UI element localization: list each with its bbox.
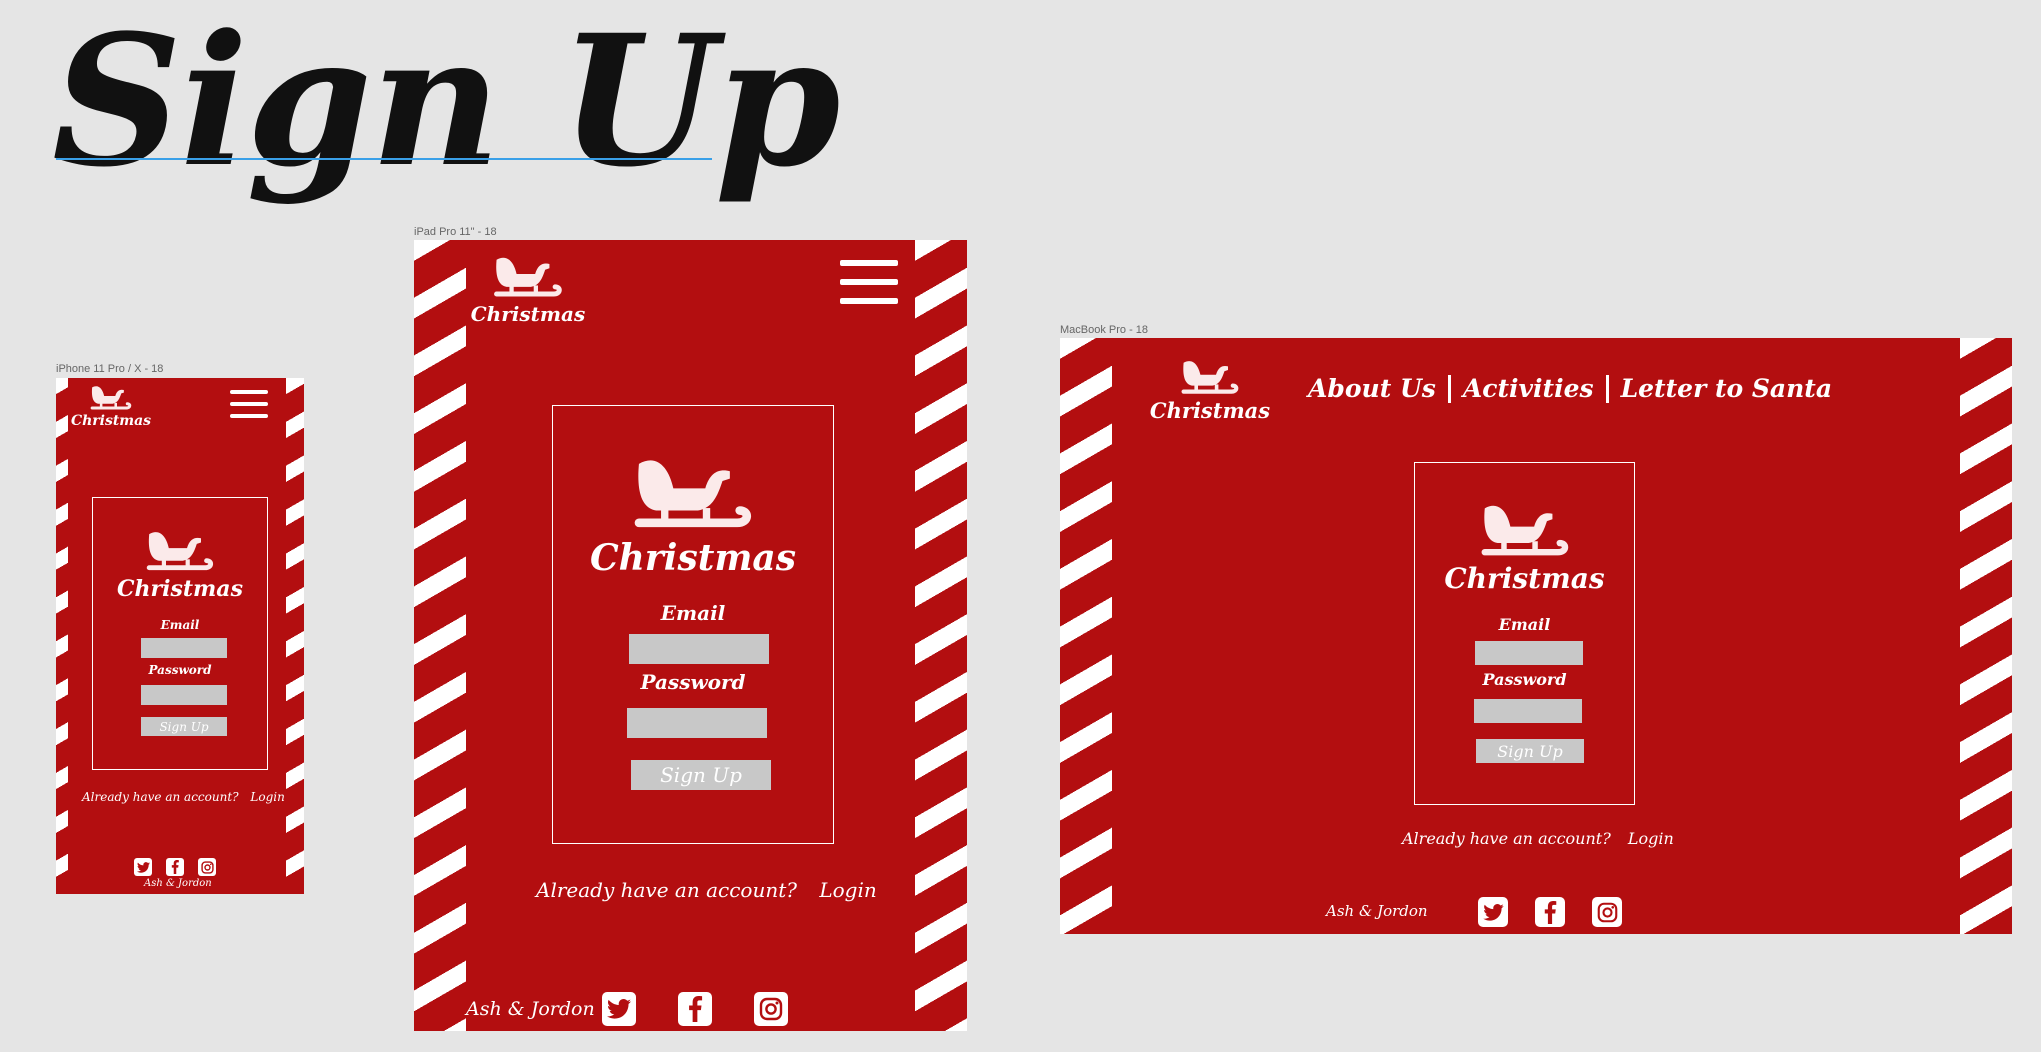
account-row: Already have an account? Login: [1402, 829, 1674, 848]
signup-form: Christmas Email Password Sign Up: [1414, 462, 1635, 805]
credits-text: Ash & Jordon: [1326, 902, 1428, 920]
social-links: [1478, 897, 1622, 927]
brand-logo[interactable]: Christmas: [1150, 358, 1270, 421]
main-nav: About Us Activities Letter to Santa: [1308, 374, 1832, 403]
sleigh-icon: [1481, 505, 1568, 556]
email-field[interactable]: [629, 634, 769, 664]
nav-divider: [1605, 374, 1609, 403]
account-prompt: Already have an account?: [82, 790, 239, 804]
iphone-frame: Christmas Christmas Email Password Sign …: [56, 378, 304, 894]
sleigh-icon: [494, 257, 562, 297]
facebook-icon[interactable]: [678, 992, 712, 1026]
credits-text: Ash & Jordon: [466, 998, 595, 1020]
account-prompt: Already have an account?: [536, 878, 797, 902]
signup-button[interactable]: Sign Up: [141, 717, 227, 736]
macbook-frame: Christmas About Us Activities Letter to …: [1060, 338, 2012, 934]
brand-name: Christmas: [1149, 398, 1271, 423]
password-label: Password: [148, 663, 212, 677]
form-logo: Christmas: [93, 528, 267, 600]
email-label: Email: [1498, 615, 1551, 634]
facebook-icon[interactable]: [1535, 897, 1565, 927]
candy-stripe-right: [915, 240, 967, 1031]
form-logo: Christmas: [553, 454, 833, 576]
account-row: Already have an account? Login: [536, 878, 877, 902]
signup-button[interactable]: Sign Up: [1476, 739, 1584, 763]
sleigh-icon: [634, 460, 752, 528]
password-label: Password: [640, 670, 746, 694]
login-link[interactable]: Login: [819, 878, 876, 902]
brand-logo[interactable]: Christmas: [71, 384, 151, 428]
password-field[interactable]: [141, 685, 227, 705]
signup-form: Christmas Email Password Sign Up: [92, 497, 268, 770]
page-title: Sign Up: [52, 0, 841, 207]
instagram-icon[interactable]: [1592, 897, 1622, 927]
candy-stripe-right: [1960, 338, 2012, 934]
title-underline: [56, 158, 712, 160]
brand-name: Christmas: [470, 302, 586, 326]
sleigh-icon: [146, 532, 214, 571]
instagram-icon[interactable]: [198, 858, 216, 876]
hamburger-menu-icon[interactable]: [230, 390, 268, 418]
login-link[interactable]: Login: [250, 790, 284, 804]
form-brand-name: Christmas: [117, 576, 243, 602]
account-prompt: Already have an account?: [1402, 829, 1611, 848]
password-field[interactable]: [1474, 699, 1582, 723]
email-field[interactable]: [1475, 641, 1583, 665]
social-links: [134, 858, 216, 876]
email-label: Email: [660, 601, 726, 625]
credits-text: Ash & Jordon: [144, 878, 212, 889]
artboard-label-ipad: iPad Pro 11" - 18: [414, 226, 497, 238]
twitter-icon[interactable]: [134, 858, 152, 876]
instagram-icon[interactable]: [754, 992, 788, 1026]
email-field[interactable]: [141, 638, 227, 658]
account-row: Already have an account? Login: [82, 790, 285, 804]
social-links: [602, 992, 788, 1026]
login-link[interactable]: Login: [1628, 829, 1674, 848]
password-field[interactable]: [627, 708, 767, 738]
brand-name: Christmas: [70, 413, 152, 429]
nav-about-us[interactable]: About Us: [1308, 374, 1436, 403]
password-label: Password: [1482, 670, 1567, 689]
brand-logo[interactable]: Christmas: [471, 254, 585, 324]
signup-button[interactable]: Sign Up: [631, 760, 771, 790]
artboard-label-iphone: iPhone 11 Pro / X - 18: [56, 363, 164, 375]
form-brand-name: Christmas: [1444, 562, 1605, 595]
facebook-icon[interactable]: [166, 858, 184, 876]
candy-stripe-left: [56, 378, 68, 894]
form-logo: Christmas: [1415, 501, 1634, 593]
ipad-frame: Christmas Christmas Email Password Sign …: [414, 240, 967, 1031]
hamburger-menu-icon[interactable]: [840, 260, 898, 304]
twitter-icon[interactable]: [602, 992, 636, 1026]
signup-form: Christmas Email Password Sign Up: [552, 405, 834, 844]
nav-letter-to-santa[interactable]: Letter to Santa: [1621, 374, 1832, 403]
nav-activities[interactable]: Activities: [1463, 374, 1594, 403]
artboard-label-macbook: MacBook Pro - 18: [1060, 324, 1149, 336]
candy-stripe-left: [1060, 338, 1112, 934]
sleigh-icon: [90, 386, 132, 410]
email-label: Email: [160, 618, 200, 632]
candy-stripe-right: [286, 378, 304, 894]
form-brand-name: Christmas: [589, 537, 797, 579]
sleigh-icon: [1181, 361, 1239, 394]
candy-stripe-left: [414, 240, 466, 1031]
twitter-icon[interactable]: [1478, 897, 1508, 927]
nav-divider: [1447, 374, 1451, 403]
